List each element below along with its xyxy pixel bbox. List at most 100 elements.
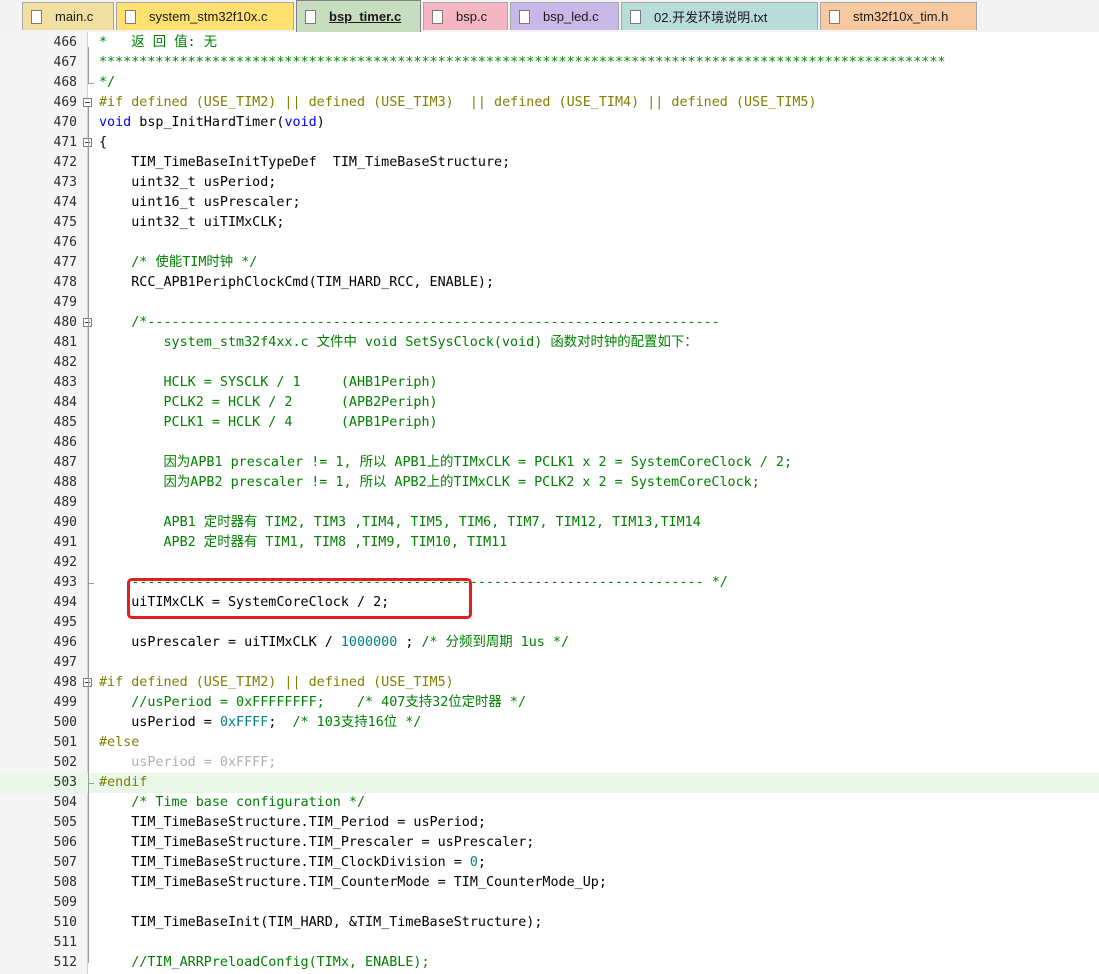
tab-bsp-led-c[interactable]: bsp_led.c bbox=[510, 2, 619, 30]
line-number: 497 bbox=[53, 655, 77, 670]
code-line[interactable]: 483 HCLK = SYSCLK / 1 (AHB1Periph) bbox=[0, 373, 1099, 393]
tab-main-c[interactable]: main.c bbox=[22, 2, 114, 30]
code-line[interactable]: 488 因为APB2 prescaler != 1, 所以 APB2上的TIMx… bbox=[0, 473, 1099, 493]
code-line[interactable]: 499 //usPeriod = 0xFFFFFFFF; /* 407支持32位… bbox=[0, 693, 1099, 713]
code-line[interactable]: 501 #else bbox=[0, 733, 1099, 753]
code-line[interactable]: 506 TIM_TimeBaseStructure.TIM_Prescaler … bbox=[0, 833, 1099, 853]
tab-bsp-c[interactable]: bsp.c bbox=[423, 2, 508, 30]
code-line[interactable]: 511 bbox=[0, 933, 1099, 953]
line-number: 479 bbox=[53, 295, 77, 310]
code-text: 因为APB1 prescaler != 1, 所以 APB1上的TIMxCLK … bbox=[99, 455, 793, 470]
code-line[interactable]: 512 //TIM_ARRPreloadConfig(TIMx, ENABLE)… bbox=[0, 953, 1099, 973]
code-line[interactable]: 479 bbox=[0, 293, 1099, 313]
code-text: TIM_TimeBaseInitTypeDef TIM_TimeBaseStru… bbox=[99, 155, 511, 170]
code-line[interactable]: 504 /* Time base configuration */ bbox=[0, 793, 1099, 813]
code-line[interactable]: 478 RCC_APB1PeriphClockCmd(TIM_HARD_RCC,… bbox=[0, 273, 1099, 293]
code-line[interactable]: 471 { bbox=[0, 133, 1099, 153]
line-number: 506 bbox=[53, 835, 77, 850]
code-text: APB2 定时器有 TIM1, TIM8 ,TIM9, TIM10, TIM11 bbox=[99, 535, 508, 550]
code-line[interactable]: 480 /*----------------------------------… bbox=[0, 313, 1099, 333]
code-text: RCC_APB1PeriphClockCmd(TIM_HARD_RCC, ENA… bbox=[99, 275, 495, 290]
code-line[interactable]: 493 ------------------------------------… bbox=[0, 573, 1099, 593]
line-number: 488 bbox=[53, 475, 77, 490]
code-line[interactable]: 484 PCLK2 = HCLK / 2 (APB2Periph) bbox=[0, 393, 1099, 413]
code-line[interactable]: 494 uiTIMxCLK = SystemCoreClock / 2; bbox=[0, 593, 1099, 613]
code-line[interactable]: 472 TIM_TimeBaseInitTypeDef TIM_TimeBase… bbox=[0, 153, 1099, 173]
code-editor[interactable]: 466 * 返 回 值: 无 467 ************************… bbox=[0, 32, 1099, 974]
line-number: 481 bbox=[53, 335, 77, 350]
line-number: 477 bbox=[53, 255, 77, 270]
line-number: 512 bbox=[53, 955, 77, 970]
code-line[interactable]: 496 usPrescaler = uiTIMxCLK / 1000000 ; … bbox=[0, 633, 1099, 653]
file-icon bbox=[519, 9, 530, 24]
code-line[interactable]: 481 system_stm32f4xx.c 文件中 void SetSysCl… bbox=[0, 333, 1099, 353]
code-line[interactable]: 502 usPeriod = 0xFFFF; bbox=[0, 753, 1099, 773]
code-line[interactable]: 486 bbox=[0, 433, 1099, 453]
code-text: system_stm32f4xx.c 文件中 void SetSysClock(… bbox=[99, 335, 698, 350]
code-line[interactable]: 485 PCLK1 = HCLK / 4 (APB1Periph) bbox=[0, 413, 1099, 433]
fold-guide-line bbox=[88, 47, 89, 83]
code-text: #else bbox=[99, 735, 140, 750]
code-line[interactable]: 510 TIM_TimeBaseInit(TIM_HARD, &TIM_Time… bbox=[0, 913, 1099, 933]
code-line[interactable]: 495 bbox=[0, 613, 1099, 633]
tab-label: 02.开发环境说明.txt bbox=[654, 10, 768, 25]
line-number: 475 bbox=[53, 215, 77, 230]
line-number: 489 bbox=[53, 495, 77, 510]
code-line[interactable]: 498 #if defined (USE_TIM2) || defined (US… bbox=[0, 673, 1099, 693]
code-line[interactable]: 470 void bsp_InitHardTimer(void) bbox=[0, 113, 1099, 133]
file-icon bbox=[125, 9, 136, 24]
code-text: HCLK = SYSCLK / 1 (AHB1Periph) bbox=[99, 375, 438, 390]
code-line[interactable]: 476 bbox=[0, 233, 1099, 253]
tab-bsp-timer-c[interactable]: bsp_timer.c bbox=[296, 0, 421, 32]
code-text: TIM_TimeBaseInit(TIM_HARD, &TIM_TimeBase… bbox=[99, 915, 543, 930]
code-line[interactable]: 503 #endif bbox=[0, 773, 1099, 793]
line-number: 476 bbox=[53, 235, 77, 250]
code-line[interactable]: 487 因为APB1 prescaler != 1, 所以 APB1上的TIMx… bbox=[0, 453, 1099, 473]
code-text: usPeriod = 0xFFFF; bbox=[99, 755, 277, 770]
code-line[interactable]: 467 *************************************… bbox=[0, 53, 1099, 73]
code-line[interactable]: 475 uint32_t uiTIMxCLK; bbox=[0, 213, 1099, 233]
line-number: 498 bbox=[53, 675, 77, 690]
code-text: PCLK2 = HCLK / 2 (APB2Periph) bbox=[99, 395, 438, 410]
tab-label: system_stm32f10x.c bbox=[149, 9, 268, 24]
tab-stm32f10x-tim-h[interactable]: stm32f10x_tim.h bbox=[820, 2, 977, 30]
code-line[interactable]: 477 /* 使能TIM时钟 */ bbox=[0, 253, 1099, 273]
code-line[interactable]: 500 usPeriod = 0xFFFF; /* 103支持16位 */ bbox=[0, 713, 1099, 733]
code-line[interactable]: 505 TIM_TimeBaseStructure.TIM_Period = u… bbox=[0, 813, 1099, 833]
code-line[interactable]: 508 TIM_TimeBaseStructure.TIM_CounterMod… bbox=[0, 873, 1099, 893]
file-icon bbox=[630, 9, 641, 24]
line-number: 487 bbox=[53, 455, 77, 470]
code-line[interactable]: 469 #if defined (USE_TIM2) || defined (US… bbox=[0, 93, 1099, 113]
code-text: /* 使能TIM时钟 */ bbox=[99, 255, 258, 270]
code-text: #endif bbox=[99, 775, 148, 790]
code-text: //TIM_ARRPreloadConfig(TIMx, ENABLE); bbox=[99, 955, 430, 970]
code-line[interactable]: 468 */ bbox=[0, 73, 1099, 93]
line-number: 508 bbox=[53, 875, 77, 890]
tab-02-txt[interactable]: 02.开发环境说明.txt bbox=[621, 2, 818, 30]
line-number: 471 bbox=[53, 135, 77, 150]
code-line[interactable]: 466 * 返 回 值: 无 bbox=[0, 33, 1099, 53]
code-line[interactable]: 509 bbox=[0, 893, 1099, 913]
line-number: 510 bbox=[53, 915, 77, 930]
code-line[interactable]: 491 APB2 定时器有 TIM1, TIM8 ,TIM9, TIM10, T… bbox=[0, 533, 1099, 553]
code-line[interactable]: 474 uint16_t usPrescaler; bbox=[0, 193, 1099, 213]
line-number: 467 bbox=[53, 55, 77, 70]
code-line[interactable]: 473 uint32_t usPeriod; bbox=[0, 173, 1099, 193]
fold-toggle-icon[interactable] bbox=[83, 98, 92, 107]
line-number: 474 bbox=[53, 195, 77, 210]
file-icon bbox=[305, 9, 316, 24]
tab-system-stm32f10x-c[interactable]: system_stm32f10x.c bbox=[116, 2, 294, 30]
code-line[interactable]: 490 APB1 定时器有 TIM2, TIM3 ,TIM4, TIM5, TI… bbox=[0, 513, 1099, 533]
code-text: TIM_TimeBaseStructure.TIM_ClockDivision … bbox=[99, 855, 486, 870]
code-line[interactable]: 497 bbox=[0, 653, 1099, 673]
fold-end-marker bbox=[88, 83, 94, 84]
line-number: 492 bbox=[53, 555, 77, 570]
line-number: 478 bbox=[53, 275, 77, 290]
line-number: 485 bbox=[53, 415, 77, 430]
line-number: 483 bbox=[53, 375, 77, 390]
line-number: 501 bbox=[53, 735, 77, 750]
code-line[interactable]: 482 bbox=[0, 353, 1099, 373]
code-line[interactable]: 489 bbox=[0, 493, 1099, 513]
code-line[interactable]: 492 bbox=[0, 553, 1099, 573]
code-line[interactable]: 507 TIM_TimeBaseStructure.TIM_ClockDivis… bbox=[0, 853, 1099, 873]
